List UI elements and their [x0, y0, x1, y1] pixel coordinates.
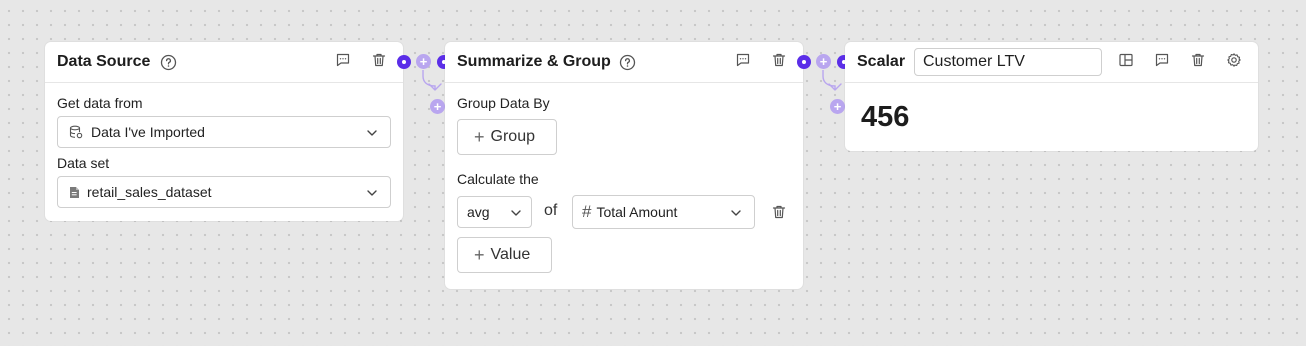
add-node-plus-icon[interactable]: +	[430, 99, 445, 114]
help-icon[interactable]	[617, 52, 637, 72]
get-data-from-label: Get data from	[57, 95, 143, 111]
data-source-title: Data Source	[57, 53, 151, 70]
comment-icon[interactable]	[733, 50, 753, 70]
add-value-label: Value	[490, 246, 531, 263]
layout-icon[interactable]	[1116, 50, 1136, 70]
get-data-from-value: Data I've Imported	[91, 124, 205, 140]
file-icon	[69, 186, 80, 199]
data-source-card: Data Source Get data from Data I've Impo…	[45, 42, 403, 221]
dataset-select[interactable]: retail_sales_dataset	[57, 176, 391, 208]
add-value-button[interactable]: + Value	[457, 237, 552, 273]
scalar-header: Scalar	[845, 42, 1258, 83]
of-text: of	[544, 202, 558, 219]
field-select[interactable]: # Total Amount	[572, 195, 755, 229]
add-node-plus-icon[interactable]: +	[830, 99, 845, 114]
trash-icon[interactable]	[1188, 50, 1208, 70]
chevron-down-icon	[366, 186, 378, 202]
chevron-down-icon	[510, 206, 522, 222]
scalar-title: Scalar	[857, 53, 906, 70]
add-group-button[interactable]: + Group	[457, 119, 557, 155]
gear-icon[interactable]	[1224, 50, 1244, 70]
data-source-header: Data Source	[45, 42, 403, 83]
output-port[interactable]	[797, 55, 811, 69]
scalar-result-value: 456	[861, 101, 910, 133]
comment-icon[interactable]	[333, 50, 353, 70]
aggregation-value: avg	[467, 204, 490, 220]
output-port[interactable]	[397, 55, 411, 69]
dataset-value: retail_sales_dataset	[87, 184, 212, 200]
get-data-from-select[interactable]: Data I've Imported	[57, 116, 391, 148]
calculate-label: Calculate the	[457, 171, 539, 187]
plus-icon: +	[474, 245, 485, 265]
add-group-label: Group	[490, 128, 535, 145]
summarize-header: Summarize & Group	[445, 42, 803, 83]
trash-icon[interactable]	[369, 50, 389, 70]
comment-icon[interactable]	[1152, 50, 1172, 70]
help-icon[interactable]	[158, 52, 178, 72]
chevron-down-icon	[366, 126, 378, 142]
group-by-label: Group Data By	[457, 95, 550, 111]
summarize-title: Summarize & Group	[457, 53, 611, 70]
chevron-down-icon	[730, 206, 742, 222]
hash-icon: #	[582, 202, 592, 221]
plus-icon: +	[474, 127, 485, 147]
scalar-name-input[interactable]	[914, 48, 1102, 76]
scalar-card: Scalar 456	[845, 42, 1258, 151]
summarize-group-card: Summarize & Group Group Data By + Group …	[445, 42, 803, 289]
database-icon	[69, 125, 83, 139]
field-value: Total Amount	[596, 204, 678, 220]
aggregation-select[interactable]: avg	[457, 196, 532, 228]
trash-icon[interactable]	[769, 50, 789, 70]
trash-icon[interactable]	[769, 202, 789, 222]
dataset-label: Data set	[57, 155, 110, 171]
